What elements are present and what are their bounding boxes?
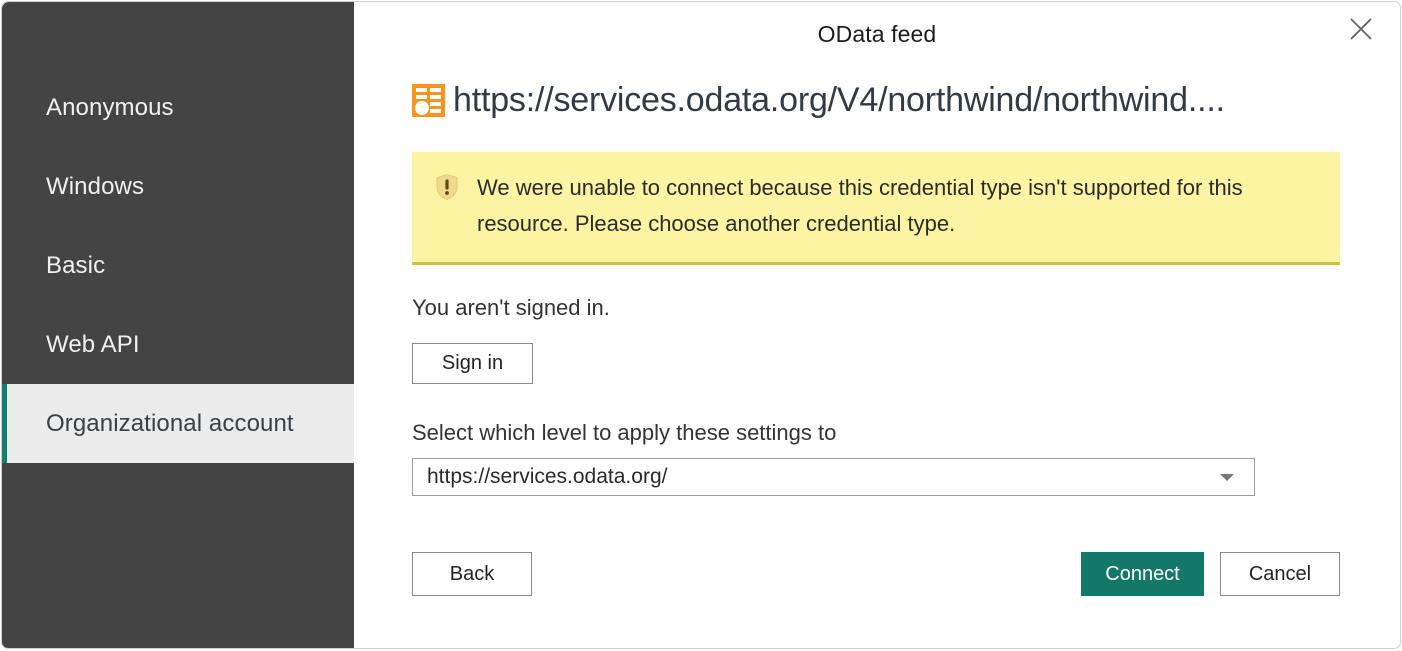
sidebar-item-label: Organizational account: [46, 409, 294, 437]
warning-banner: We were unable to connect because this c…: [412, 152, 1340, 265]
back-button[interactable]: Back: [412, 552, 532, 596]
sidebar-item-label: Basic: [46, 251, 106, 279]
sidebar-item-basic[interactable]: Basic: [2, 226, 354, 305]
sidebar-item-label: Anonymous: [46, 93, 174, 121]
sign-in-button[interactable]: Sign in: [412, 343, 533, 384]
warning-message: We were unable to connect because this c…: [477, 175, 1243, 236]
sidebar-item-label: Web API: [46, 330, 140, 358]
dialog-titlebar: OData feed: [354, 2, 1400, 66]
source-url: https://services.odata.org/V4/northwind/…: [453, 80, 1225, 119]
cancel-button[interactable]: Cancel: [1220, 552, 1340, 596]
close-button[interactable]: [1338, 6, 1384, 52]
warning-shield-icon: [436, 174, 458, 200]
sidebar-item-windows[interactable]: Windows: [2, 147, 354, 226]
close-icon: [1350, 18, 1372, 40]
sidebar-item-anonymous[interactable]: Anonymous: [2, 68, 354, 147]
sidebar-item-organizational-account[interactable]: Organizational account: [2, 384, 354, 463]
sign-in-status: You aren't signed in.: [412, 295, 610, 320]
odata-feed-dialog: Anonymous Windows Basic Web API Organiza…: [1, 1, 1401, 649]
sidebar-item-web-api[interactable]: Web API: [2, 305, 354, 384]
source-url-row: https://services.odata.org/V4/northwind/…: [354, 74, 1400, 126]
level-label: Select which level to apply these settin…: [412, 420, 837, 445]
dialog-content: OData feed https://services.odata.org/V4…: [354, 2, 1400, 648]
selected-accent-bar: [2, 384, 7, 463]
odata-table-icon: [412, 83, 445, 117]
level-select[interactable]: https://services.odata.org/: [412, 458, 1255, 496]
sidebar-item-label: Windows: [46, 172, 145, 200]
dialog-footer: Back Connect Cancel: [412, 552, 1340, 596]
footer-primary-actions: Connect Cancel: [1081, 552, 1340, 596]
dialog-title: OData feed: [817, 20, 937, 47]
credential-type-sidebar: Anonymous Windows Basic Web API Organiza…: [2, 2, 354, 648]
chevron-down-icon: [1220, 473, 1234, 481]
level-selected-value: https://services.odata.org/: [427, 465, 668, 488]
connect-button[interactable]: Connect: [1081, 552, 1204, 596]
